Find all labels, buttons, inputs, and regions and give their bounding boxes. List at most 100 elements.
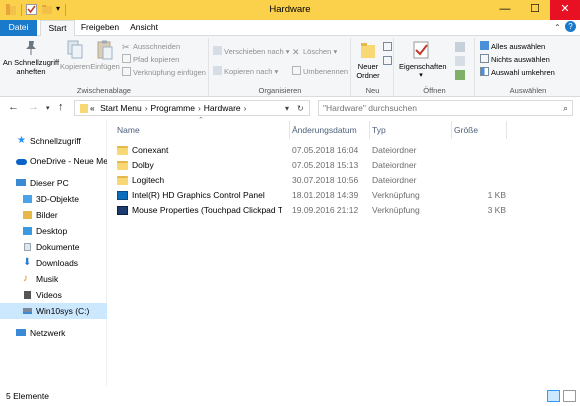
nav-item-videos[interactable]: Videos [0, 287, 107, 303]
select-all-button[interactable]: Alles auswählen [480, 41, 545, 53]
column-header-type[interactable]: Typ [372, 121, 452, 139]
search-input[interactable] [323, 103, 543, 113]
close-button[interactable]: ✕ [550, 0, 580, 20]
properties-button[interactable]: Eigenschaften ▾ [399, 40, 447, 80]
file-size: 3 KB [487, 205, 506, 215]
breadcrumb-chevron-icon[interactable]: › [145, 103, 148, 113]
nav-item-onedrive[interactable]: OneDrive - Neue Me [0, 153, 107, 169]
details-view-icon[interactable] [547, 390, 560, 402]
file-row[interactable]: Intel(R) HD Graphics Control Panel 18.01… [108, 188, 580, 203]
address-bar[interactable]: « Start Menu › Programme › Hardware › ▾ ↻ [74, 100, 310, 116]
up-arrow-icon[interactable]: ↑ [58, 101, 64, 113]
new-item-icon[interactable] [383, 42, 392, 51]
minimize-button[interactable]: — [490, 0, 520, 20]
column-divider[interactable] [289, 121, 290, 139]
new-folder-button[interactable]: Neuer Ordner [353, 40, 383, 80]
new-folder-label: Neuer Ordner [356, 62, 380, 80]
open-icon[interactable] [455, 42, 465, 52]
rename-button[interactable]: Umbenennen [292, 66, 348, 78]
tab-start[interactable]: Start [40, 20, 75, 37]
nav-item-network[interactable]: Netzwerk [0, 325, 107, 341]
maximize-button[interactable]: ☐ [520, 0, 550, 20]
computer-icon [16, 179, 26, 186]
ribbon: An Schnellzugriff anheften Kopieren Einf… [0, 36, 580, 97]
column-divider[interactable] [451, 121, 452, 139]
invert-selection-button[interactable]: Auswahl umkehren [480, 67, 555, 79]
nav-item-downloads[interactable]: ⬇ Downloads [0, 255, 107, 271]
column-header-size[interactable]: Größe [454, 121, 506, 139]
navigation-bar: ← → ▾ ↑ « Start Menu › Programme › Hardware ›… [0, 97, 580, 119]
copy-button[interactable]: Kopieren [60, 40, 90, 71]
cloud-icon [16, 159, 27, 165]
file-row[interactable]: Dolby 07.05.2018 15:13 Dateiordner [108, 158, 580, 173]
nav-item-label: Netzwerk [30, 328, 66, 338]
forward-arrow-icon[interactable]: → [28, 101, 39, 113]
large-icons-view-icon[interactable] [563, 390, 576, 402]
edit-icon[interactable] [455, 56, 465, 66]
file-row[interactable]: Logitech 30.07.2018 10:56 Dateiordner [108, 173, 580, 188]
nav-item-3d-objects[interactable]: 3D-Objekte [0, 191, 107, 207]
tab-ansicht[interactable]: Ansicht [126, 20, 162, 36]
back-arrow-icon[interactable]: ← [8, 101, 19, 113]
tab-datei[interactable]: Datei [0, 20, 37, 36]
breadcrumb-chevron-icon[interactable]: › [198, 103, 201, 113]
new-folder-icon [360, 40, 376, 60]
file-date: 07.05.2018 15:13 [292, 160, 359, 170]
help-icon[interactable]: ? [565, 21, 576, 32]
file-type: Verknüpfung [372, 190, 420, 200]
nav-item-music[interactable]: ♪ Musik [0, 271, 107, 287]
paste-button[interactable]: Einfügen [90, 40, 120, 71]
nav-item-pictures[interactable]: Bilder [0, 207, 107, 223]
clipboard-group: An Schnellzugriff anheften Kopieren Einf… [0, 38, 209, 96]
properties-dropdown-icon[interactable]: ▾ [399, 71, 443, 80]
documents-icon [24, 243, 31, 251]
tab-freigeben[interactable]: Freigeben [77, 20, 123, 36]
column-divider[interactable] [506, 121, 507, 139]
breadcrumb-overflow[interactable]: « [90, 103, 95, 113]
paste-shortcut-button[interactable]: Verknüpfung einfügen [122, 67, 206, 79]
nav-item-desktop[interactable]: Desktop [0, 223, 107, 239]
copy-path-button[interactable]: Pfad kopieren [122, 54, 179, 66]
collapse-ribbon-icon[interactable]: ⌃ [554, 23, 561, 32]
paste-shortcut-label: Verknüpfung einfügen [133, 68, 206, 77]
column-divider[interactable] [369, 121, 370, 139]
delete-button[interactable]: ✕ Löschen ▾ [292, 46, 337, 58]
breadcrumb-item-start-menu[interactable]: Start Menu [100, 103, 142, 113]
title-bar: ▾ Hardware — ☐ ✕ [0, 0, 580, 20]
pin-icon [24, 40, 38, 56]
file-row[interactable]: Mouse Properties (Touchpad Clickpad Tr..… [108, 203, 580, 218]
cut-button[interactable]: ✂ Ausschneiden [122, 41, 180, 53]
desktop-icon [23, 227, 32, 235]
nav-item-quick-access[interactable]: ★ Schnellzugriff [0, 133, 107, 149]
pin-to-quick-access-button[interactable]: An Schnellzugriff anheften [2, 40, 60, 76]
select-none-button[interactable]: Nichts auswählen [480, 54, 550, 66]
column-header-date[interactable]: Änderungsdatum [292, 121, 369, 139]
breadcrumb-item-programme[interactable]: Programme [151, 103, 195, 113]
ribbon-tabs: Datei Start Freigeben Ansicht ⌃ ? [0, 20, 580, 37]
refresh-icon[interactable]: ↻ [297, 104, 304, 113]
copy-to-button[interactable]: Kopieren nach ▾ [213, 66, 278, 78]
nav-item-documents[interactable]: Dokumente [0, 239, 107, 255]
breadcrumb-chevron-icon[interactable]: › [244, 103, 247, 113]
breadcrumb-item-hardware[interactable]: Hardware [204, 103, 241, 113]
invert-selection-label: Auswahl umkehren [491, 68, 555, 77]
delete-label: Löschen [303, 47, 332, 56]
scissors-icon: ✂ [122, 42, 130, 52]
file-row[interactable]: Conexant 07.05.2018 16:04 Dateiordner [108, 143, 580, 158]
history-icon[interactable] [455, 70, 465, 80]
nav-item-this-pc[interactable]: Dieser PC [0, 175, 107, 191]
easy-access-icon[interactable] [383, 56, 392, 65]
rename-icon [292, 66, 301, 75]
file-list: ⌃ Name Änderungsdatum Typ Größe Conexant… [108, 117, 580, 386]
copy-path-icon [122, 54, 131, 63]
search-box[interactable]: ⌕ [318, 100, 573, 116]
recent-locations-icon[interactable]: ▾ [46, 104, 50, 112]
nav-item-drive-c[interactable]: Win10sys (C:) [0, 303, 107, 319]
nav-item-label: 3D-Objekte [36, 194, 79, 204]
invert-selection-icon [480, 67, 489, 76]
address-dropdown-icon[interactable]: ▾ [285, 104, 289, 113]
column-header-name[interactable]: Name [117, 121, 289, 139]
open-group-label: Öffnen [423, 86, 446, 95]
move-to-button[interactable]: Verschieben nach ▾ [213, 46, 290, 58]
address-folder-icon [80, 104, 88, 113]
